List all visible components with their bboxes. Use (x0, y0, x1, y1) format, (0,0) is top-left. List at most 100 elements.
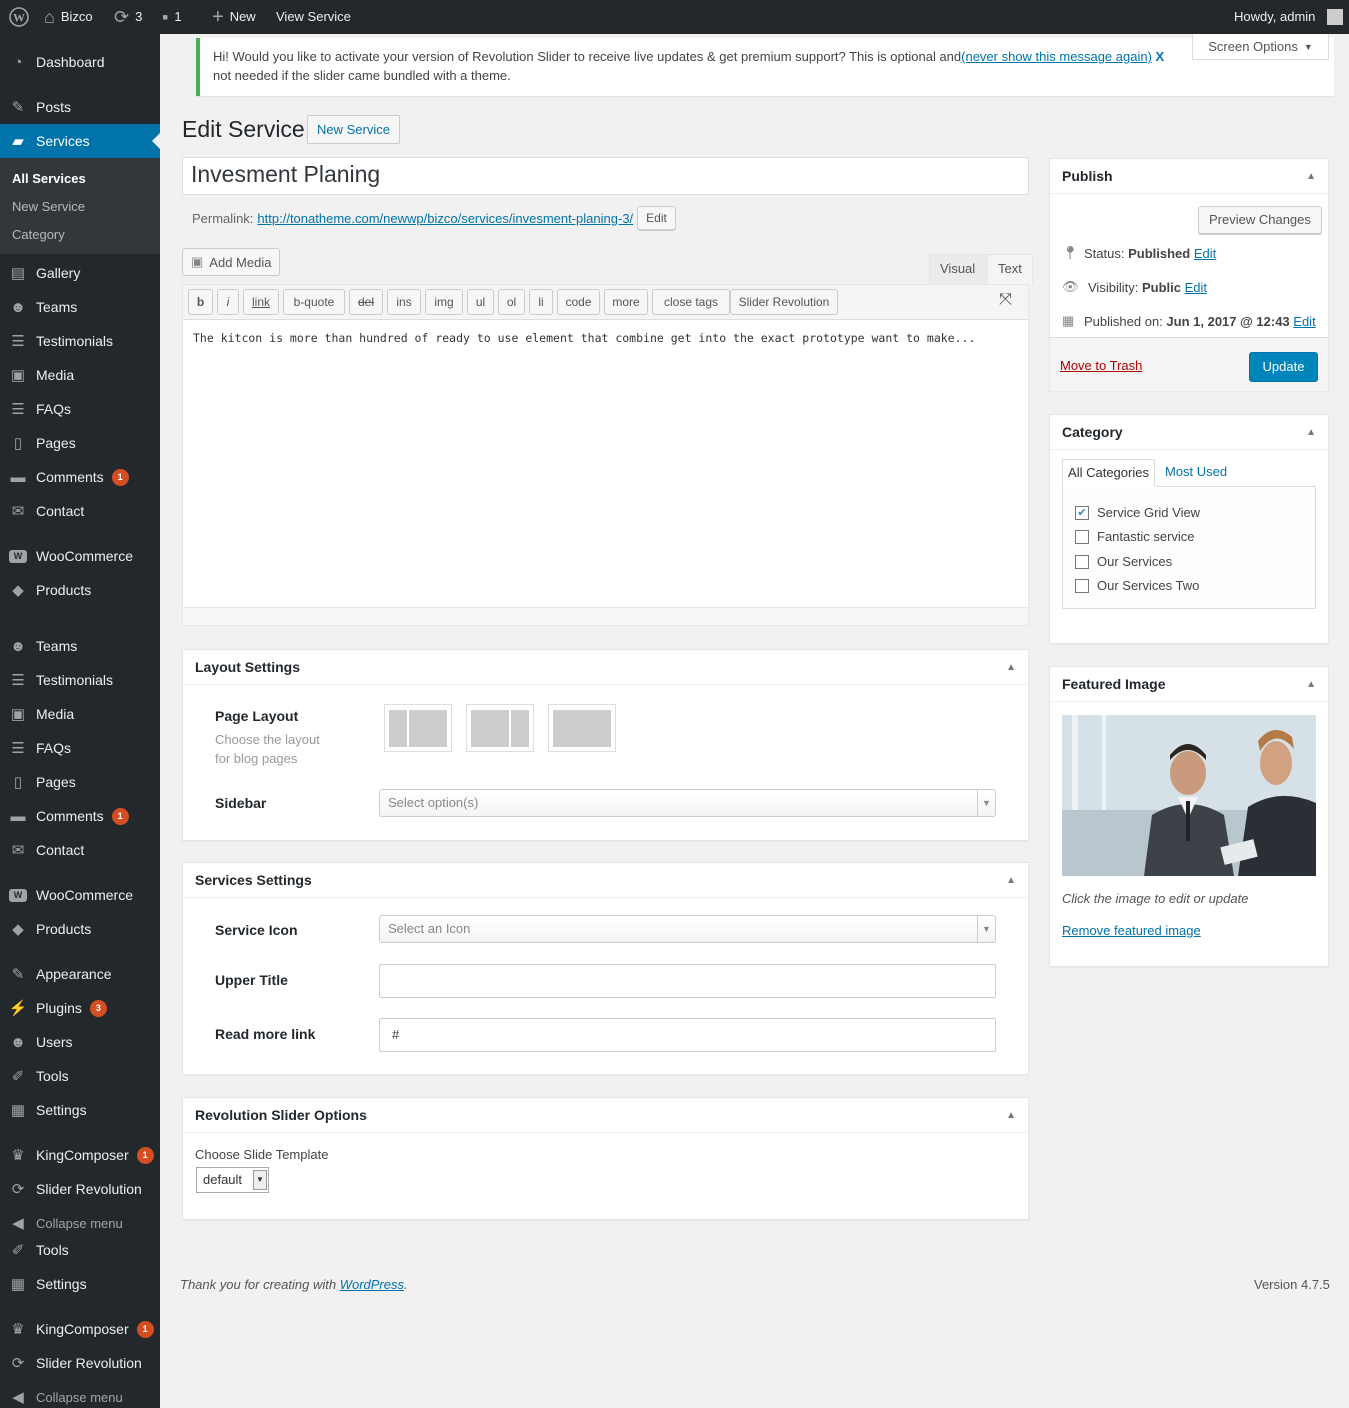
add-media-button[interactable]: ▣ Add Media (182, 248, 281, 276)
sidebar-item-media[interactable]: ▣ Media (0, 697, 160, 731)
tab-most-used[interactable]: Most Used (1165, 464, 1227, 479)
sidebar-item-media[interactable]: ▣ Media (0, 358, 160, 392)
qt-del-button[interactable]: del (349, 289, 383, 315)
permalink-url[interactable]: http://tonatheme.com/newwp/bizco/service… (257, 211, 633, 226)
sidebar-item-gallery[interactable]: ▤ Gallery (0, 256, 160, 290)
sidebar-item-collapse-menu[interactable]: ◀ Collapse menu (0, 1380, 160, 1408)
tab-all-categories[interactable]: All Categories (1062, 459, 1155, 487)
never-show-link[interactable]: (never show this message again) (961, 49, 1152, 64)
move-to-trash-link[interactable]: Move to Trash (1060, 358, 1142, 373)
permalink-edit-button[interactable]: Edit (637, 206, 676, 230)
sidebar-item-pages[interactable]: ▯ Pages (0, 426, 160, 460)
status-edit-link[interactable]: Edit (1194, 246, 1216, 261)
sidebar-item-teams[interactable]: ☻ Teams (0, 629, 160, 663)
qt-link-button[interactable]: link (243, 289, 279, 315)
slide-template-select[interactable]: default ▼ (196, 1167, 269, 1193)
sidebar-item-users[interactable]: ☻ Users (0, 1025, 160, 1059)
qt-ins-button[interactable]: ins (387, 289, 421, 315)
my-account-link[interactable]: Howdy, admin (1234, 0, 1344, 34)
sidebar-item-comments[interactable]: ▬ Comments 1 (0, 460, 160, 494)
sidebar-item-teams[interactable]: ☻ Teams (0, 290, 160, 324)
sidebar-item-comments[interactable]: ▬ Comments 1 (0, 799, 160, 833)
sidebar-item-woocommerce[interactable]: W WooCommerce (0, 539, 160, 573)
qt-ol-button[interactable]: ol (498, 289, 525, 315)
sidebar-item-tools[interactable]: ✐ Tools (0, 1233, 160, 1267)
screen-options-button[interactable]: Screen Options ▼ (1192, 34, 1329, 60)
new-service-button[interactable]: New Service (307, 115, 400, 144)
updates-link[interactable]: ⟳ 3 (114, 0, 142, 34)
toggle-arrow-icon[interactable]: ▲ (1306, 159, 1316, 194)
category-checkbox[interactable] (1075, 529, 1089, 544)
sidebar-item-kingcomposer[interactable]: ♛ KingComposer 1 (0, 1312, 160, 1346)
category-checkbox[interactable]: ✔ (1075, 505, 1089, 520)
toggle-arrow-icon[interactable]: ▲ (1006, 1098, 1016, 1133)
wordpress-logo-icon[interactable]: W (9, 0, 29, 34)
qt-bold-button[interactable]: b (188, 289, 213, 315)
sidebar-item-dashboard[interactable]: ◔ Dashboard (0, 45, 160, 79)
new-content-link[interactable]: + New (212, 0, 256, 34)
sidebar-item-products[interactable]: ◆ Products (0, 912, 160, 946)
qt-li-button[interactable]: li (529, 289, 553, 315)
qt-ul-button[interactable]: ul (467, 289, 494, 315)
sidebar-item-slider-revolution[interactable]: ⟳ Slider Revolution (0, 1172, 160, 1206)
sidebar-item-contact[interactable]: ✉ Contact (0, 833, 160, 867)
layout-option-right-sidebar[interactable] (466, 704, 534, 752)
tab-text[interactable]: Text (987, 254, 1033, 284)
submenu-all-services[interactable]: All Services (12, 171, 86, 186)
site-name-link[interactable]: ⌂ Bizco (44, 0, 93, 34)
toggle-arrow-icon[interactable]: ▲ (1006, 863, 1016, 898)
read-more-input[interactable]: # (379, 1018, 996, 1052)
editor-content[interactable]: The kitcon is more than hundred of ready… (193, 331, 975, 345)
sidebar-item-slider-revolution[interactable]: ⟳ Slider Revolution (0, 1346, 160, 1380)
toggle-arrow-icon[interactable]: ▲ (1006, 650, 1016, 685)
sidebar-item-pages[interactable]: ▯ Pages (0, 765, 160, 799)
category-checkbox[interactable] (1075, 578, 1089, 593)
submenu-category[interactable]: Category (12, 227, 65, 242)
qt-italic-button[interactable]: i (217, 289, 239, 315)
notice-close-button[interactable]: X (1156, 49, 1165, 64)
sidebar-item-faqs[interactable]: ☰ FAQs (0, 392, 160, 426)
sidebar-item-settings[interactable]: ▦ Settings (0, 1267, 160, 1301)
sidebar-item-services[interactable]: ▰ Services (0, 124, 160, 158)
sidebar-item-settings[interactable]: ▦ Settings (0, 1093, 160, 1127)
sidebar-item-testimonials[interactable]: ☰ Testimonials (0, 324, 160, 358)
layout-option-full-width[interactable] (548, 704, 616, 752)
featured-image[interactable] (1062, 715, 1316, 876)
wordpress-link[interactable]: WordPress (340, 1277, 404, 1292)
category-item[interactable]: Fantastic service (1075, 529, 1195, 544)
qt-code-button[interactable]: code (557, 289, 600, 315)
qt-img-button[interactable]: img (425, 289, 463, 315)
sidebar-item-tools[interactable]: ✐ Tools (0, 1059, 160, 1093)
submenu-new-service[interactable]: New Service (12, 199, 85, 214)
category-item[interactable]: ✔ Service Grid View (1075, 505, 1200, 520)
layout-option-left-sidebar[interactable] (384, 704, 452, 752)
remove-featured-image-link[interactable]: Remove featured image (1062, 923, 1201, 938)
service-icon-select[interactable]: Select an Icon ▼ (379, 915, 996, 943)
sidebar-item-woocommerce[interactable]: W WooCommerce (0, 878, 160, 912)
category-checkbox[interactable] (1075, 554, 1089, 569)
sidebar-item-testimonials[interactable]: ☰ Testimonials (0, 663, 160, 697)
sidebar-item-faqs[interactable]: ☰ FAQs (0, 731, 160, 765)
sidebar-item-plugins[interactable]: ⚡ Plugins 3 (0, 991, 160, 1025)
sidebar-item-posts[interactable]: ✎ Posts (0, 90, 160, 124)
sidebar-item-contact[interactable]: ✉ Contact (0, 494, 160, 528)
qt-bquote-button[interactable]: b-quote (283, 289, 345, 315)
qt-more-button[interactable]: more (604, 289, 648, 315)
category-item[interactable]: Our Services Two (1075, 578, 1199, 593)
sidebar-item-products[interactable]: ◆ Products (0, 573, 160, 607)
toggle-arrow-icon[interactable]: ▲ (1306, 667, 1316, 702)
published-edit-link[interactable]: Edit (1293, 314, 1315, 329)
post-title-input[interactable]: Invesment Planing (182, 157, 1029, 195)
upper-title-input[interactable] (379, 964, 996, 998)
tab-visual[interactable]: Visual (929, 254, 987, 284)
category-item[interactable]: Our Services (1075, 554, 1172, 569)
update-button[interactable]: Update (1249, 352, 1318, 382)
sidebar-select[interactable]: Select option(s) ▼ (379, 789, 996, 817)
comments-link[interactable]: ▪ 1 (162, 0, 182, 34)
visibility-edit-link[interactable]: Edit (1185, 280, 1207, 295)
fullscreen-icon[interactable]: ⤧ (999, 291, 1012, 309)
sidebar-item-kingcomposer[interactable]: ♛ KingComposer 1 (0, 1138, 160, 1172)
toggle-arrow-icon[interactable]: ▲ (1306, 415, 1316, 450)
view-service-link[interactable]: View Service (276, 0, 351, 34)
qt-close-tags-button[interactable]: close tags (652, 289, 730, 315)
